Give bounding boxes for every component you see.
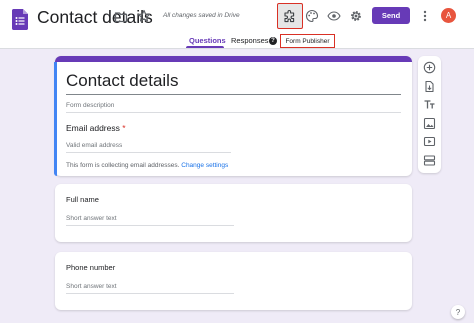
send-button[interactable]: Send xyxy=(372,7,410,24)
email-label-text: Email address xyxy=(66,123,120,133)
top-bar: Contact details All changes saved in Dri… xyxy=(0,0,474,48)
answer-underline xyxy=(66,225,234,226)
form-publisher-tooltip: Form Publisher xyxy=(280,34,335,48)
description-underline xyxy=(66,112,401,113)
active-card-accent xyxy=(54,62,57,176)
add-section-icon[interactable] xyxy=(423,154,436,167)
import-questions-icon[interactable] xyxy=(423,80,436,93)
email-question-label: Email address * xyxy=(66,123,126,133)
settings-gear-icon[interactable] xyxy=(349,9,363,23)
collecting-emails-note: This form is collecting email addresses.… xyxy=(66,162,228,169)
question-card-phone-number[interactable]: Phone number Short answer text xyxy=(55,252,412,310)
help-badge-icon: ? xyxy=(269,37,277,45)
email-underline xyxy=(66,152,231,153)
add-video-icon[interactable] xyxy=(423,135,436,148)
email-field[interactable]: Valid email address xyxy=(66,142,122,149)
preview-eye-icon[interactable] xyxy=(327,9,341,23)
form-title-card[interactable]: Contact details Form description Email a… xyxy=(54,56,412,176)
collecting-text: This form is collecting email addresses. xyxy=(66,162,180,169)
add-title-icon[interactable] xyxy=(423,98,436,111)
tab-questions[interactable]: Questions xyxy=(189,36,226,45)
palette-icon[interactable] xyxy=(305,9,319,23)
folder-icon[interactable] xyxy=(114,10,128,24)
question-label: Phone number xyxy=(66,263,116,272)
question-label: Full name xyxy=(66,195,99,204)
tab-responses[interactable]: Responses xyxy=(231,36,269,45)
header-divider xyxy=(0,48,474,49)
document-title[interactable]: Contact details xyxy=(37,7,153,28)
title-underline xyxy=(66,94,401,95)
avatar[interactable]: A xyxy=(441,8,456,23)
form-title[interactable]: Contact details xyxy=(66,71,178,91)
add-question-icon[interactable] xyxy=(423,61,436,74)
change-settings-link[interactable]: Change settings xyxy=(181,162,228,169)
required-mark: * xyxy=(122,123,126,133)
add-image-icon[interactable] xyxy=(423,117,436,130)
addon-icon[interactable] xyxy=(283,9,297,23)
form-description-input[interactable]: Form description xyxy=(66,102,114,109)
star-icon[interactable] xyxy=(137,9,151,23)
help-button[interactable]: ? xyxy=(451,305,465,319)
answer-underline xyxy=(66,293,234,294)
forms-logo-icon[interactable] xyxy=(12,9,28,30)
floating-toolbar xyxy=(418,56,441,173)
more-vert-icon[interactable] xyxy=(421,9,429,23)
short-answer-placeholder: Short answer text xyxy=(66,283,117,290)
save-status: All changes saved in Drive xyxy=(163,12,240,19)
question-card-full-name[interactable]: Full name Short answer text xyxy=(55,184,412,242)
short-answer-placeholder: Short answer text xyxy=(66,215,117,222)
